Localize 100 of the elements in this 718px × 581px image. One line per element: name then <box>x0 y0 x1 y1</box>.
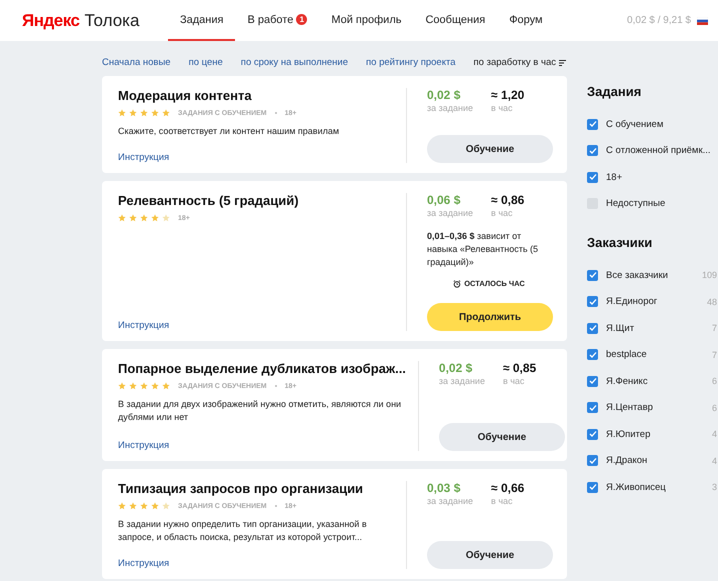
checkbox[interactable] <box>587 402 598 414</box>
sort-icon <box>558 60 566 66</box>
filter-label: Я.Живописец <box>606 482 666 493</box>
price-note: 0,01–0,36 $ зависит от навыка «Релевантность (5 градаций)» <box>427 230 540 269</box>
checkbox[interactable] <box>587 349 598 360</box>
checkbox-row[interactable]: С обучением <box>587 111 717 138</box>
nav-tab[interactable]: Сообщения <box>413 0 498 41</box>
instruction-link[interactable]: Инструкция <box>118 434 406 451</box>
checkbox[interactable] <box>587 482 598 493</box>
star-icon <box>151 502 159 510</box>
task-price: 0,02 $ <box>427 88 462 102</box>
sort-option[interactable]: Сначала новые <box>102 53 171 72</box>
hourly-label: в час <box>502 376 526 386</box>
filter-label: С обучением <box>606 118 664 130</box>
section-title: Задания <box>587 84 642 99</box>
count: 6 <box>712 376 717 386</box>
count: 109 <box>702 270 717 280</box>
star-icon <box>118 382 126 390</box>
star-icon <box>162 502 170 510</box>
task-button[interactable]: Обучение <box>427 541 553 569</box>
hourly-rate: ≈ 1,20 <box>491 88 524 102</box>
count: 7 <box>712 350 717 360</box>
filter-label: 18+ <box>606 172 622 183</box>
count: 4 <box>712 456 717 466</box>
star-icon <box>162 109 170 117</box>
task-button[interactable]: Обучение <box>438 423 565 451</box>
checkbox-row[interactable]: Я.Юпитер 4 <box>587 421 717 448</box>
filter-label: Недоступные <box>606 198 666 210</box>
sort-option[interactable]: по заработку в час <box>474 53 566 72</box>
checkbox-row[interactable]: С отложенной приёмк... <box>587 138 717 164</box>
star-icon <box>129 502 137 510</box>
star-icon <box>151 382 159 390</box>
checkbox-row[interactable]: bestplace 7 <box>587 342 717 368</box>
price-label: за задание <box>427 496 474 506</box>
checkbox[interactable] <box>587 118 598 130</box>
balance: 0,02 $ / 9,21 $ <box>627 15 691 26</box>
section-title: Заказчики <box>587 235 654 250</box>
checkbox[interactable] <box>587 270 598 281</box>
star-icon <box>129 214 137 222</box>
sort-option[interactable]: по цене <box>188 53 223 72</box>
star-icon <box>140 502 148 510</box>
nav-tab[interactable]: Задания <box>168 0 236 41</box>
nav-tab[interactable]: Форум <box>497 0 555 41</box>
count: 3 <box>712 482 717 492</box>
star-icon <box>162 382 170 390</box>
checkbox-row[interactable]: Я.Центавр 6 <box>587 394 717 421</box>
sort-option[interactable]: по рейтингу проекта <box>366 53 456 72</box>
checkbox[interactable] <box>587 322 598 334</box>
checkbox-row[interactable]: 18+ <box>587 164 717 190</box>
count: 6 <box>712 402 717 413</box>
hourly-label: в час <box>491 496 514 506</box>
count: 7 <box>712 323 717 334</box>
filter-label: Я.Дракон <box>606 455 648 466</box>
task-title[interactable]: Релевантность (5 градаций) <box>118 193 394 208</box>
star-icon <box>151 109 159 117</box>
instruction-link[interactable]: Инструкция <box>118 146 394 163</box>
price-label: за задание <box>427 103 474 113</box>
star-icon <box>162 214 170 222</box>
filter-label: Я.Юпитер <box>606 428 650 440</box>
star-icon <box>118 214 126 222</box>
task-description: Скажите, соответствует ли контент нашим правилам <box>118 125 340 138</box>
checkbox-row[interactable]: Недоступные <box>587 190 717 217</box>
checkbox-row[interactable]: Я.Феникс 6 <box>587 368 717 394</box>
task-title[interactable]: Модерация контента <box>118 88 394 103</box>
checkbox[interactable] <box>587 428 598 440</box>
star-icon <box>118 109 126 117</box>
star-icon <box>140 109 148 117</box>
star-icon <box>129 382 137 390</box>
instruction-link[interactable]: Инструкция <box>118 314 394 331</box>
sort-option[interactable]: по сроку на выполнение <box>240 53 348 72</box>
checkbox-row[interactable]: Я.Единорог 48 <box>587 288 717 315</box>
checkbox[interactable] <box>587 376 598 387</box>
task-title[interactable]: Типизация запросов про организации <box>118 481 394 496</box>
instruction-link[interactable]: Инструкция <box>118 552 394 569</box>
price-label: за задание <box>438 376 485 386</box>
checkbox[interactable] <box>587 455 598 466</box>
logo[interactable]: Яндекс Толока <box>22 0 168 41</box>
price-label: за задание <box>427 208 474 218</box>
checkbox[interactable] <box>587 172 598 183</box>
task-button[interactable]: Обучение <box>427 135 553 163</box>
task-price: 0,02 $ <box>438 361 474 375</box>
checkbox-row[interactable]: Все заказчики 109 <box>587 262 717 288</box>
checkbox[interactable] <box>587 296 598 308</box>
hourly-label: в час <box>491 208 514 218</box>
hourly-rate: ≈ 0,86 <box>491 193 524 207</box>
star-icon <box>140 214 148 222</box>
checkbox[interactable] <box>587 145 598 156</box>
filter-label: С отложенной приёмк... <box>606 145 711 156</box>
filter-label: Я.Единорог <box>606 296 658 308</box>
checkbox-row[interactable]: Я.Дракон 4 <box>587 448 717 474</box>
task-button[interactable]: Продолжить <box>427 303 553 331</box>
alarm-clock-icon <box>453 280 462 288</box>
star-icon <box>129 109 137 117</box>
task-title[interactable]: Попарное выделение дубликатов изображ... <box>118 361 406 376</box>
flag-icon[interactable] <box>697 16 708 24</box>
checkbox-row[interactable]: Я.Живописец 3 <box>587 474 717 500</box>
nav-tab[interactable]: В работе 1 <box>235 0 320 41</box>
checkbox-row[interactable]: Я.Щит 7 <box>587 315 717 342</box>
count: 4 <box>712 429 717 440</box>
nav-tab[interactable]: Мой профиль <box>319 0 414 41</box>
